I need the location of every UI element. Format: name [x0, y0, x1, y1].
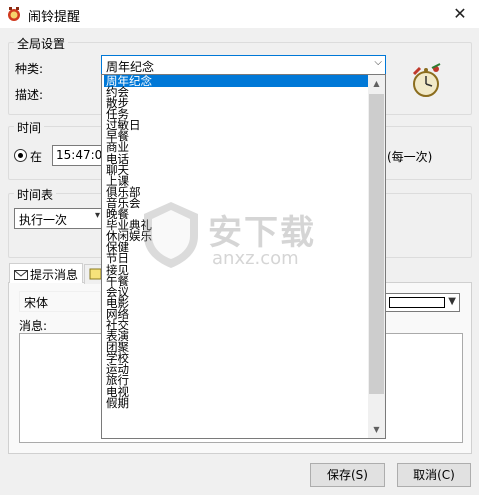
scroll-up-icon[interactable]: ▲ [368, 75, 385, 92]
type-option[interactable]: 网络 [104, 308, 369, 320]
tab-second[interactable] [84, 264, 102, 284]
font-select[interactable]: 宋体 [19, 291, 101, 312]
type-option[interactable]: 接见 [104, 264, 369, 276]
dropdown-scrollbar[interactable]: ▲ ▼ [368, 75, 385, 438]
type-select[interactable]: 周年纪念 ⌵ [101, 55, 386, 76]
font-select-value: 宋体 [24, 296, 49, 310]
schedule-select[interactable]: 执行一次 ▾ [14, 208, 104, 229]
type-option[interactable]: 团聚 [104, 341, 369, 353]
message-icon [14, 270, 28, 280]
time-legend: 时间 [14, 119, 45, 136]
type-option[interactable]: 表演 [104, 330, 369, 342]
type-option[interactable]: 社交 [104, 319, 369, 331]
type-option[interactable]: 任务 [104, 108, 369, 120]
type-option[interactable]: 俱乐部 [104, 186, 369, 198]
alarm-clock-icon [412, 63, 441, 97]
type-option[interactable]: 电影 [104, 297, 369, 309]
chevron-down-icon: ▾ [94, 210, 100, 221]
tab-message[interactable]: 提示消息 [9, 263, 83, 283]
chevron-down-icon: ▼ [448, 296, 456, 307]
description-label: 描述: [15, 88, 44, 102]
tab-message-label: 提示消息 [30, 268, 79, 282]
type-options: 周年纪念 约会 散步 任务 过敏日 早餐 商业 电话 聊天 上课 俱乐部 音乐会 晚餐 毕业典礼 休闲娱乐保… [104, 75, 369, 409]
schedule-select-value: 执行一次 [19, 213, 68, 227]
color-picker[interactable]: ▼ [385, 293, 460, 312]
type-option[interactable]: 旅行 [104, 375, 369, 387]
type-option[interactable]: 学校 [104, 352, 369, 364]
type-option[interactable]: 早餐 [104, 131, 369, 143]
message-label: 消息: [19, 319, 48, 333]
type-option[interactable]: 散步 [104, 97, 369, 109]
type-option[interactable]: 音乐会 [104, 197, 369, 209]
alarm-app-icon [8, 7, 20, 21]
type-option[interactable]: 商业 [104, 142, 369, 154]
type-option[interactable]: 保健 [104, 242, 369, 254]
type-select-value: 周年纪念 [106, 60, 155, 74]
color-swatch [389, 297, 445, 308]
type-dropdown-list[interactable]: 周年纪念 约会 散步 任务 过敏日 早餐 商业 电话 聊天 上课 俱乐部 音乐会 晚餐 毕业典礼 休闲娱乐保… [101, 74, 386, 439]
schedule-legend: 时间表 [14, 186, 57, 203]
type-option[interactable]: 午餐 [104, 275, 369, 287]
chevron-down-icon: ⌵ [374, 57, 382, 68]
type-option[interactable]: 过敏日 [104, 119, 369, 131]
type-option[interactable]: 上课 [104, 175, 369, 187]
type-option[interactable]: 节日 [104, 253, 369, 265]
close-button[interactable]: ✕ [447, 2, 473, 26]
type-option[interactable]: 约会 [104, 86, 369, 98]
type-label: 种类: [15, 62, 44, 76]
type-option[interactable]: 运动 [104, 364, 369, 376]
type-option[interactable]: 假期 [104, 397, 369, 409]
once-label: (每一次) [387, 150, 433, 164]
save-button[interactable]: 保存(S) [310, 463, 385, 487]
at-time-label: 在 [30, 150, 43, 164]
scroll-thumb[interactable] [369, 94, 384, 394]
type-option[interactable]: 休闲娱乐 [104, 230, 369, 242]
window-title: 闹铃提醒 [28, 10, 81, 25]
global-settings-legend: 全局设置 [14, 35, 69, 52]
title-bar: 闹铃提醒 ✕ [0, 0, 479, 28]
type-option[interactable]: 周年纪念 [104, 75, 368, 87]
scroll-down-icon[interactable]: ▼ [368, 421, 385, 438]
type-option[interactable]: 会议 [104, 286, 369, 298]
type-option[interactable]: 电视 [104, 386, 369, 398]
type-option[interactable]: 电话 [104, 153, 369, 165]
type-option[interactable]: 聊天 [104, 164, 369, 176]
at-time-radio[interactable] [14, 149, 27, 162]
cancel-button[interactable]: 取消(C) [397, 463, 471, 487]
